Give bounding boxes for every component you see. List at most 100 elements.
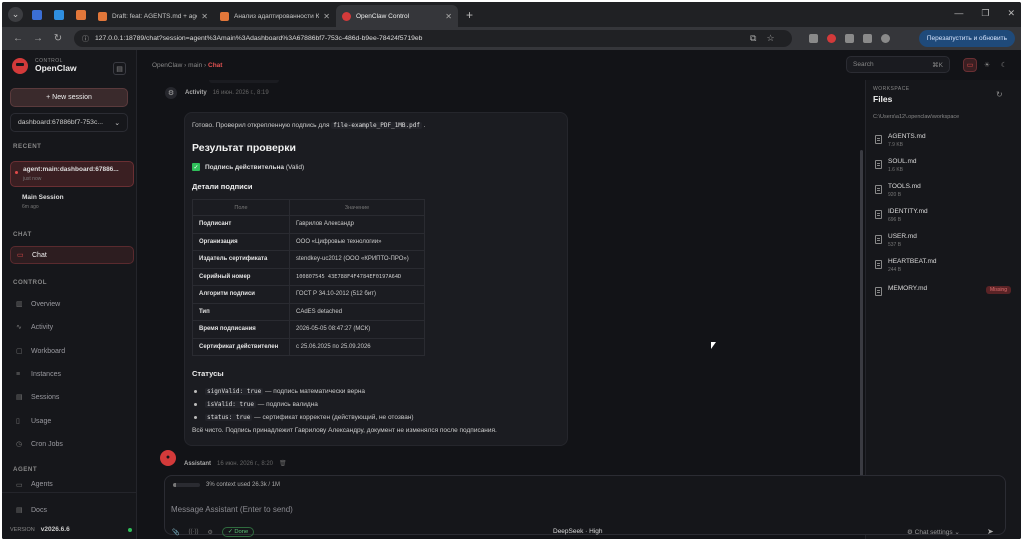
file-item[interactable]: HEARTBEAT.md 244 B bbox=[875, 258, 1015, 280]
tab-title: Анализ адаптированности Кр bbox=[234, 12, 320, 20]
extension-icon[interactable] bbox=[826, 34, 836, 43]
model-selector[interactable]: DeepSeek · High bbox=[553, 528, 603, 535]
tab-gitlab-draft[interactable]: Draft: feat: AGENTS.md + agent ✕ bbox=[92, 5, 214, 27]
session-time: just now bbox=[23, 176, 42, 182]
monitor-icon[interactable]: ▭ bbox=[963, 58, 977, 72]
file-item[interactable]: USER.md 537 B bbox=[875, 233, 1015, 255]
sidebar-item-chat[interactable]: ▭ Chat bbox=[10, 246, 134, 264]
file-item[interactable]: SOUL.md 1.6 KB bbox=[875, 158, 1015, 180]
file-item[interactable]: TOOLS.md 920 B bbox=[875, 183, 1015, 205]
sidebar-item-instances[interactable]: ≡ Instances bbox=[10, 365, 134, 383]
value-cell: stendkey-uc2012 (ООО «КРИПТО-ПРО») bbox=[289, 250, 425, 269]
extensions-puzzle-icon[interactable] bbox=[844, 34, 854, 43]
bookmark-star-icon[interactable]: ☆ bbox=[766, 33, 774, 44]
search-input[interactable]: Search ⌘K bbox=[846, 56, 950, 73]
value-cell: Гаврилов Александр bbox=[289, 215, 425, 234]
pinned-tab-2[interactable] bbox=[48, 6, 70, 24]
voice-icon[interactable]: ((·)) bbox=[188, 529, 198, 535]
send-icon[interactable]: ➤ bbox=[987, 527, 994, 536]
file-item-missing[interactable]: MEMORY.md Missing bbox=[875, 285, 1015, 307]
message-input[interactable]: Message Assistant (Enter to send) bbox=[171, 505, 293, 514]
breadcrumb-item[interactable]: main bbox=[188, 62, 202, 69]
breadcrumb: OpenClaw › main › Chat bbox=[152, 61, 223, 69]
chat-scrollbar[interactable] bbox=[860, 150, 863, 524]
chat-header: CHAT bbox=[13, 231, 32, 238]
status-text: — подпись валидна bbox=[257, 401, 318, 408]
tab-title: Draft: feat: AGENTS.md + agent bbox=[112, 12, 198, 20]
status-code: signValid: true bbox=[205, 388, 264, 395]
file-name: MEMORY.md bbox=[888, 285, 928, 292]
sidebar-item-label: Activity bbox=[31, 323, 54, 331]
sidebar-item-overview[interactable]: ▥ Overview bbox=[10, 295, 134, 313]
file-name: SOUL.md bbox=[888, 158, 917, 165]
relaunch-button[interactable]: Перезапустить и обновить bbox=[918, 30, 1015, 47]
session-item-current[interactable]: agent:main:dashboard:67886... just now bbox=[10, 161, 134, 187]
breadcrumb-item[interactable]: OpenClaw bbox=[152, 62, 182, 69]
tab-openclaw[interactable]: OpenClaw Control ✕ bbox=[336, 5, 458, 27]
file-size: 920 B bbox=[888, 192, 902, 198]
done-badge[interactable]: ✓ Done bbox=[221, 527, 255, 537]
field-cell: Алгоритм подписи bbox=[192, 285, 290, 304]
session-select[interactable]: dashboard:67886bf7-753c... ⌄ bbox=[10, 113, 128, 132]
status-text: — сертификат корректен (действующий, не … bbox=[254, 414, 414, 421]
close-tab-icon[interactable]: ✕ bbox=[201, 12, 208, 21]
install-icon[interactable]: ⧉ bbox=[750, 33, 756, 44]
theme-light-icon[interactable]: ☀ bbox=[980, 58, 994, 72]
restore-icon[interactable]: ❐ bbox=[981, 8, 989, 19]
status-list: signValid: true — подпись математически … bbox=[192, 388, 560, 421]
tab-search-icon[interactable]: ⌄ bbox=[8, 7, 23, 22]
sidebar-item-sessions[interactable]: ▤ Sessions bbox=[10, 388, 134, 406]
chevron-down-icon: ⌄ bbox=[114, 119, 120, 127]
sidepanel-icon[interactable] bbox=[862, 34, 872, 43]
tab-analysis[interactable]: Анализ адаптированности Кр ✕ bbox=[214, 5, 336, 27]
close-tab-icon[interactable]: ✕ bbox=[323, 12, 330, 21]
forward-icon[interactable]: → bbox=[28, 33, 48, 44]
sidebar-item-usage[interactable]: ▯ Usage bbox=[10, 412, 134, 430]
file-icon bbox=[875, 287, 882, 296]
back-icon[interactable]: ← bbox=[8, 33, 28, 44]
attach-icon[interactable]: 📎 bbox=[172, 529, 179, 536]
tools-icon[interactable]: ⚙ bbox=[207, 529, 212, 536]
sidebar-item-agents[interactable]: ▭ Agents bbox=[10, 481, 134, 491]
collapse-sidebar-icon[interactable]: ▤ bbox=[113, 62, 126, 75]
sidebar-item-activity[interactable]: ∿ Activity bbox=[10, 318, 134, 336]
valid-bold: Подпись действительна bbox=[205, 163, 285, 171]
session-item-main[interactable]: Main Session 6m ago bbox=[10, 190, 134, 216]
extension-icon[interactable] bbox=[808, 34, 818, 43]
delete-icon[interactable]: 🗑 bbox=[279, 460, 287, 467]
file-item[interactable]: AGENTS.md 7.9 KB bbox=[875, 133, 1015, 155]
profile-icon[interactable] bbox=[880, 34, 890, 43]
file-item[interactable]: IDENTITY.md 696 B bbox=[875, 208, 1015, 230]
sidebar-item-docs[interactable]: ▤ Docs bbox=[10, 501, 134, 519]
close-window-icon[interactable]: ✕ bbox=[1007, 8, 1015, 19]
url-field[interactable]: ⓘ 127.0.0.1:18789/chat?session=agent%3Am… bbox=[74, 30, 792, 47]
active-dot bbox=[15, 171, 18, 174]
chat-icon: ▭ bbox=[17, 252, 24, 259]
pinned-tab-1[interactable] bbox=[26, 6, 48, 24]
session-title: Main Session bbox=[22, 194, 64, 201]
site-info-icon[interactable]: ⓘ bbox=[82, 34, 89, 44]
new-session-button[interactable]: + New session bbox=[10, 88, 128, 107]
control-header: CONTROL bbox=[13, 279, 48, 286]
assistant-header: ● Assistant 16 июн. 2026 г., 8:20 🗑 bbox=[160, 448, 287, 467]
value-cell: 100807545 43E788F4F4784EF0197A64D bbox=[289, 267, 425, 286]
pinned-tab-3[interactable] bbox=[70, 6, 92, 24]
table-row: Сертификат действителен с 25.06.2025 по 2… bbox=[192, 337, 425, 356]
tab-bar: ⌄ Draft: feat: AGENTS.md + agent ✕ Анали… bbox=[2, 2, 1021, 27]
reload-icon[interactable]: ↻ bbox=[48, 33, 68, 44]
chat-settings-button[interactable]: ⚙ Chat settings ⌄ bbox=[907, 528, 960, 536]
activity-header: ⚙ Activity 16 июн. 2026 г., 8:19 bbox=[165, 87, 269, 99]
agents-icon: ▭ bbox=[16, 482, 23, 489]
minimize-icon[interactable]: — bbox=[954, 8, 963, 19]
sidebar-item-workboard[interactable]: ▢ Workboard bbox=[10, 342, 134, 360]
gitlab-icon bbox=[98, 11, 107, 21]
field-cell: Серийный номер bbox=[192, 267, 290, 286]
sidebar-item-label: Usage bbox=[31, 417, 52, 425]
close-tab-icon[interactable]: ✕ bbox=[445, 12, 452, 21]
theme-dark-icon[interactable]: ☾ bbox=[997, 58, 1011, 72]
new-tab-icon[interactable]: + bbox=[466, 8, 473, 22]
refresh-icon[interactable]: ↻ bbox=[996, 90, 1003, 99]
status-code: isValid: true bbox=[205, 401, 256, 408]
sidebar-item-label: Workboard bbox=[31, 347, 66, 355]
sidebar-item-cron-jobs[interactable]: ◷ Cron Jobs bbox=[10, 435, 134, 453]
